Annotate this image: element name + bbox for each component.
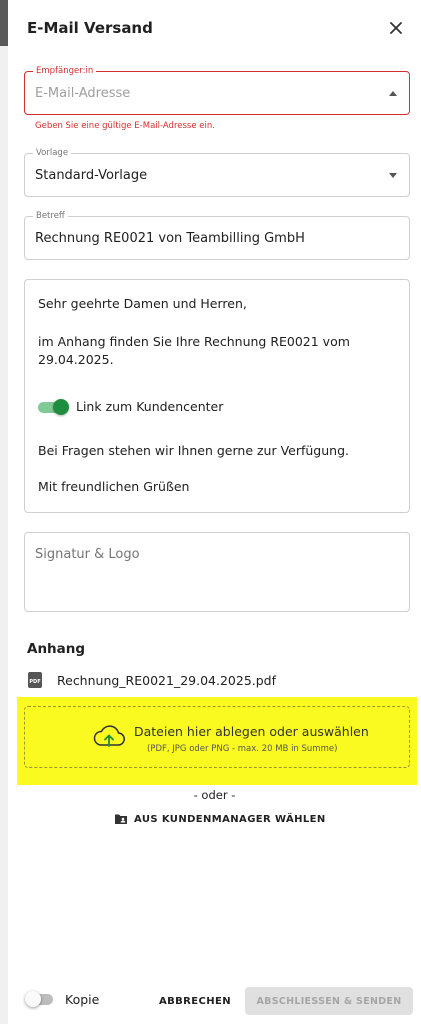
subject-label: Betreff [33, 210, 68, 222]
template-select[interactable]: Vorlage Standard-Vorlage [24, 147, 410, 197]
copy-toggle[interactable]: Kopie [25, 991, 100, 1007]
cancel-button[interactable]: ABBRECHEN [153, 988, 237, 1014]
copy-label: Kopie [65, 991, 100, 1007]
cloud-upload-icon [93, 725, 125, 747]
signature-placeholder: Signatur & Logo [35, 547, 140, 562]
signature-field[interactable]: Signatur & Logo [24, 532, 410, 612]
email-dialog: E-Mail Versand Empfänger:in E-Mail-Adres… [8, 0, 421, 1024]
dropzone-main-text: Dateien hier ablegen oder auswählen [134, 724, 369, 739]
body-greeting: Sehr geehrte Damen und Herren, [38, 296, 247, 311]
finish-and-send-button[interactable]: ABSCHLIESSEN & SENDEN [245, 987, 413, 1015]
dialog-title: E-Mail Versand [27, 19, 153, 37]
toggle-switch-on[interactable] [38, 399, 69, 415]
attachment-name: Rechnung_RE0021_29.04.2025.pdf [57, 672, 277, 688]
caret-down-icon[interactable] [389, 173, 397, 178]
customer-manager-button[interactable]: AUS KUNDENMANAGER WÄHLEN [114, 813, 326, 825]
template-label: Vorlage [33, 147, 72, 159]
or-separator: - oder - [193, 788, 236, 802]
folder-account-icon [115, 814, 127, 824]
upload-dropzone[interactable]: Dateien hier ablegen oder auswählen (PDF… [24, 706, 410, 768]
background-edge [0, 0, 8, 1024]
toggle-switch-off[interactable] [25, 991, 55, 1007]
recipient-error: Geben Sie eine gültige E-Mail-Adresse ei… [35, 121, 215, 131]
close-icon [390, 22, 402, 34]
body-questions: Bei Fragen stehen wir Ihnen gerne zur Ve… [38, 443, 349, 458]
customer-center-link-label: Link zum Kundencenter [76, 398, 224, 414]
customer-center-link-toggle[interactable]: Link zum Kundencenter [38, 397, 223, 415]
recipient-input[interactable]: E-Mail-Adresse [35, 86, 130, 101]
toggle-knob [53, 399, 69, 415]
recipient-field[interactable]: Empfänger:in E-Mail-Adresse [24, 65, 410, 115]
pdf-file-icon: PDF [28, 672, 42, 688]
recipient-label: Empfänger:in [33, 65, 97, 77]
dropzone-sub-text: (PDF, JPG oder PNG - max. 20 MB in Summe… [147, 744, 338, 754]
pdf-icon-text: PDF [29, 679, 41, 685]
template-value: Standard-Vorlage [35, 168, 148, 183]
message-body-editor[interactable]: Sehr geehrte Damen und Herren, im Anhang… [24, 279, 410, 513]
background-edge-dark [0, 0, 8, 46]
attachment-item[interactable]: PDF Rechnung_RE0021_29.04.2025.pdf [28, 672, 276, 688]
upload-dropzone-highlight: Dateien hier ablegen oder auswählen (PDF… [17, 697, 417, 785]
toggle-knob [25, 991, 41, 1007]
subject-input[interactable]: Rechnung RE0021 von Teambilling GmbH [35, 231, 305, 246]
body-intro: im Anhang finden Sie Ihre Rechnung RE002… [38, 334, 350, 367]
caret-up-icon[interactable] [389, 91, 397, 96]
close-button[interactable] [384, 16, 408, 40]
customer-manager-label: AUS KUNDENMANAGER WÄHLEN [134, 813, 326, 825]
body-closing: Mit freundlichen Grüßen [38, 479, 190, 494]
subject-field[interactable]: Betreff Rechnung RE0021 von Teambilling … [24, 210, 410, 260]
attachments-title: Anhang [27, 641, 86, 657]
